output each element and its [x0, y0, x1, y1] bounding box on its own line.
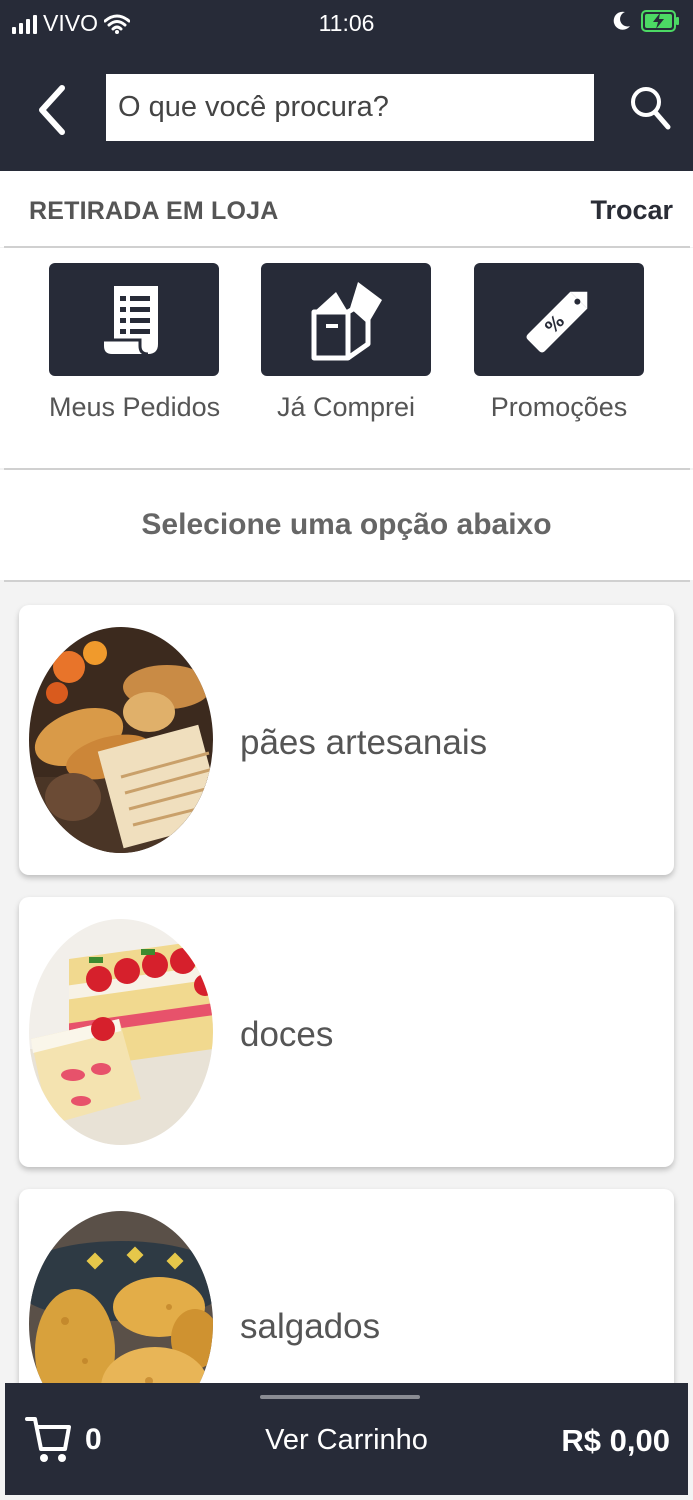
quick-actions: Meus Pedidos Já Comprei % Promoções	[0, 248, 693, 468]
search-icon[interactable]	[628, 84, 672, 132]
bought-before-button[interactable]: Já Comprei	[261, 263, 431, 423]
divider	[4, 580, 690, 582]
section-header: Selecione uma opção abaixo	[0, 470, 693, 580]
bought-before-label: Já Comprei	[276, 392, 416, 422]
back-arrow-icon[interactable]	[32, 82, 72, 138]
drag-handle[interactable]	[260, 1395, 420, 1399]
section-title: Selecione uma opção abaixo	[141, 508, 552, 541]
status-right	[613, 10, 681, 32]
bread-photo	[29, 627, 213, 853]
moon-icon	[613, 11, 630, 30]
category-label: doces	[240, 1015, 334, 1054]
bought-before-tile[interactable]	[261, 263, 431, 376]
pickup-row: RETIRADA EM LOJA Trocar	[0, 171, 693, 247]
category-card-sweets[interactable]: doces	[19, 897, 674, 1167]
category-label: pães artesanais	[240, 723, 488, 762]
status-time: 11:06	[318, 10, 375, 36]
my-orders-label: Meus Pedidos	[49, 392, 221, 422]
promotions-label: Promoções	[490, 392, 628, 422]
promotions-tile[interactable]: %	[474, 263, 644, 376]
promotions-button[interactable]: % Promoções	[474, 263, 644, 423]
cart-bar[interactable]: 0 Ver Carrinho R$ 0,00	[5, 1383, 688, 1495]
search-input[interactable]	[106, 74, 594, 141]
cake-photo	[29, 919, 213, 1145]
cart-total: R$ 0,00	[561, 1423, 670, 1458]
category-card-breads[interactable]: pães artesanais	[19, 605, 674, 875]
open-box-icon	[311, 281, 382, 360]
status-bar: VIVO 11:06	[0, 0, 693, 52]
category-label: salgados	[240, 1307, 381, 1346]
price-tag-icon: %	[526, 291, 588, 353]
my-orders-button[interactable]: Meus Pedidos	[49, 263, 221, 423]
receipt-icon	[104, 285, 158, 355]
app-header	[0, 52, 693, 171]
battery-icon	[641, 10, 679, 32]
my-orders-tile[interactable]	[49, 263, 219, 376]
change-store-link[interactable]: Trocar	[590, 195, 673, 226]
pickup-label: RETIRADA EM LOJA	[29, 197, 279, 225]
